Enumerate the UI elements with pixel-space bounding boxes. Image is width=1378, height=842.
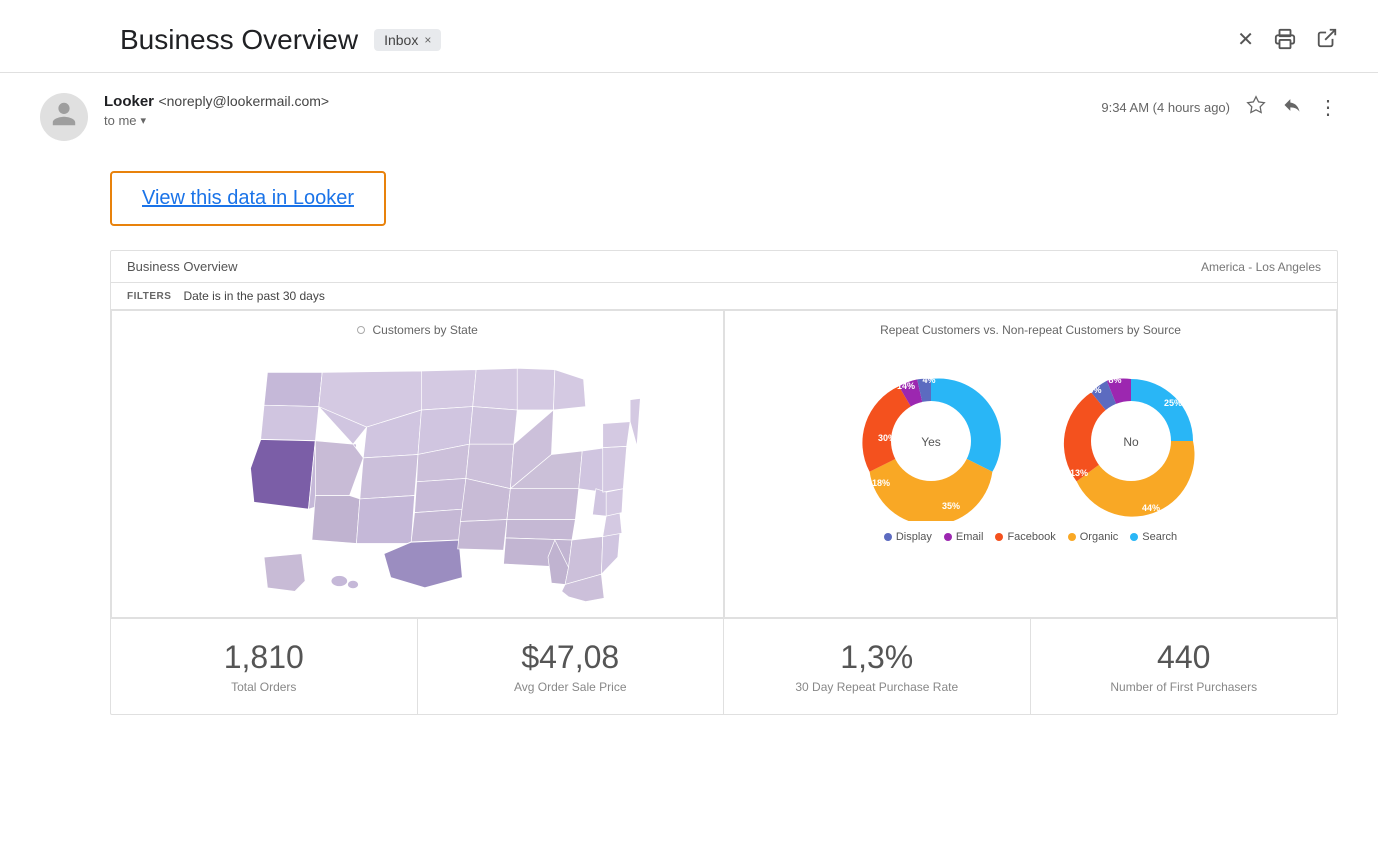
inbox-badge-close[interactable]: ×: [424, 33, 431, 47]
map-title-dot: [357, 326, 365, 334]
stat-avg-order: $47,08 Avg Order Sale Price: [418, 619, 725, 714]
stat-value-repeat-rate: 1,3%: [740, 639, 1014, 676]
dashboard-embed: Business Overview America - Los Angeles …: [110, 250, 1338, 715]
legend-email: Email: [944, 531, 984, 543]
reply-icon[interactable]: [1282, 95, 1302, 120]
svg-text:4%: 4%: [922, 375, 935, 385]
svg-text:44%: 44%: [1141, 503, 1159, 513]
star-icon[interactable]: [1246, 95, 1266, 120]
email-time: 9:34 AM (4 hours ago): [1101, 100, 1230, 115]
stat-value-total-orders: 1,810: [127, 639, 401, 676]
legend-dot-facebook: [995, 533, 1003, 541]
stats-row: 1,810 Total Orders $47,08 Avg Order Sale…: [111, 618, 1337, 714]
svg-text:13%: 13%: [1069, 468, 1087, 478]
more-options-icon[interactable]: ⋮: [1318, 95, 1338, 120]
us-map-svg: [158, 345, 678, 605]
stat-label-first-purchasers: Number of First Purchasers: [1047, 680, 1322, 694]
filters-label: FILTERS: [127, 291, 171, 302]
svg-text:30%: 30%: [877, 433, 895, 443]
sender-name-row: Looker <noreply@lookermail.com>: [104, 93, 1085, 111]
svg-text:No: No: [1123, 435, 1139, 449]
stat-repeat-rate: 1,3% 30 Day Repeat Purchase Rate: [724, 619, 1031, 714]
svg-text:14%: 14%: [896, 381, 914, 391]
svg-text:Yes: Yes: [921, 435, 941, 449]
map-container: [124, 345, 711, 605]
view-looker-label: View this data in Looker: [142, 187, 354, 209]
open-external-icon[interactable]: [1316, 27, 1338, 53]
donut-row: Yes 30% 35% 18% 14% 4%: [851, 361, 1211, 521]
avatar-icon: [50, 100, 78, 135]
donut-charts-container: Yes 30% 35% 18% 14% 4%: [737, 345, 1324, 551]
donut-legend: Display Email Facebook Organic: [884, 531, 1177, 543]
stat-value-first-purchasers: 440: [1047, 639, 1322, 676]
close-icon[interactable]: ✕: [1237, 30, 1254, 50]
donut-title: Repeat Customers vs. Non-repeat Customer…: [737, 323, 1324, 337]
inbox-badge[interactable]: Inbox ×: [374, 29, 441, 51]
map-title: Customers by State: [124, 323, 711, 337]
svg-text:8%: 8%: [1108, 375, 1121, 385]
view-looker-button[interactable]: View this data in Looker: [110, 171, 386, 226]
svg-text:9%: 9%: [1088, 385, 1101, 395]
yes-donut: Yes 30% 35% 18% 14% 4%: [851, 361, 1011, 521]
print-icon[interactable]: [1274, 28, 1296, 53]
stat-label-repeat-rate: 30 Day Repeat Purchase Rate: [740, 680, 1014, 694]
header-actions: ✕: [1237, 27, 1338, 53]
dashboard-timezone: America - Los Angeles: [1201, 260, 1321, 274]
page-title: Business Overview: [120, 24, 358, 56]
dashboard-filters: FILTERS Date is in the past 30 days: [111, 283, 1337, 310]
legend-dot-email: [944, 533, 952, 541]
stat-value-avg-order: $47,08: [434, 639, 708, 676]
dashboard-main-grid: Customers by State: [111, 310, 1337, 618]
svg-text:18%: 18%: [871, 478, 889, 488]
to-me-dropdown-icon[interactable]: ▾: [141, 114, 147, 127]
legend-display: Display: [884, 531, 932, 543]
filter-value: Date is in the past 30 days: [183, 289, 324, 303]
legend-organic: Organic: [1068, 531, 1119, 543]
email-meta: Looker <noreply@lookermail.com> to me ▾ …: [0, 73, 1378, 161]
svg-text:35%: 35%: [941, 501, 959, 511]
email-body: View this data in Looker Business Overvi…: [0, 161, 1378, 735]
sender-email: <noreply@lookermail.com>: [158, 93, 329, 109]
email-header: Business Overview Inbox × ✕: [0, 0, 1378, 73]
email-time-area: 9:34 AM (4 hours ago) ⋮: [1101, 95, 1338, 120]
dashboard-title: Business Overview: [127, 259, 238, 274]
stat-label-avg-order: Avg Order Sale Price: [434, 680, 708, 694]
map-cell: Customers by State: [111, 310, 724, 618]
sender-name: Looker: [104, 93, 154, 110]
avatar: [40, 93, 88, 141]
dashboard-header: Business Overview America - Los Angeles: [111, 251, 1337, 283]
stat-total-orders: 1,810 Total Orders: [111, 619, 418, 714]
stat-label-total-orders: Total Orders: [127, 680, 401, 694]
no-donut: No 25% 44% 13% 9% 8%: [1051, 361, 1211, 521]
legend-dot-organic: [1068, 533, 1076, 541]
stat-first-purchasers: 440 Number of First Purchasers: [1031, 619, 1338, 714]
donut-cell: Repeat Customers vs. Non-repeat Customer…: [724, 310, 1337, 618]
to-me[interactable]: to me ▾: [104, 113, 1085, 128]
legend-search: Search: [1130, 531, 1177, 543]
inbox-badge-label: Inbox: [384, 32, 418, 48]
svg-text:25%: 25%: [1163, 398, 1181, 408]
sender-info: Looker <noreply@lookermail.com> to me ▾: [104, 93, 1085, 128]
legend-dot-display: [884, 533, 892, 541]
legend-facebook: Facebook: [995, 531, 1055, 543]
email-title-area: Business Overview Inbox ×: [120, 24, 441, 56]
legend-dot-search: [1130, 533, 1138, 541]
